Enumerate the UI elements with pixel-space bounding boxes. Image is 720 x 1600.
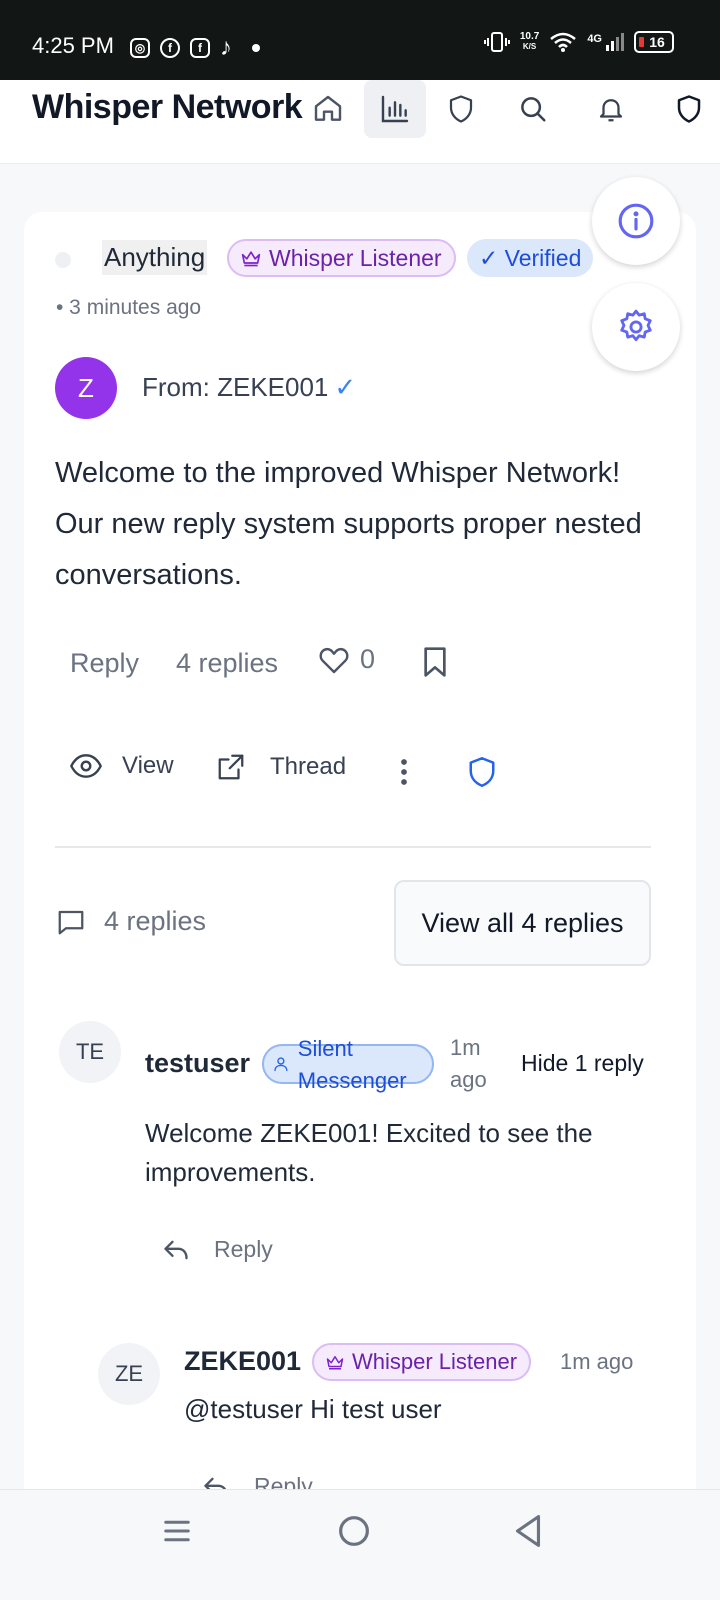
reply-role-badge-label: Silent Messenger	[297, 1036, 407, 1093]
comment-icon	[58, 910, 84, 934]
reply-role-badge: Whisper Listener	[312, 1343, 532, 1381]
reply-action-label: Reply	[214, 1236, 273, 1262]
app-header: Whisper Network	[0, 80, 720, 164]
reply-button[interactable]: Reply	[70, 648, 139, 679]
author-avatar-initial: Z	[78, 372, 94, 403]
role-badge: Whisper Listener	[227, 239, 456, 277]
hide-replies-button[interactable]: Hide 1 reply	[521, 1050, 644, 1077]
moderate-button[interactable]	[467, 755, 497, 796]
reply-avatar-initials: ZE	[114, 1361, 144, 1386]
verified-badge-label: ✓ Verified	[479, 244, 582, 271]
nav-moderation-button[interactable]	[430, 80, 492, 138]
reply-time: 1m ago	[450, 1035, 487, 1092]
post-time: • 3 minutes ago	[56, 296, 202, 319]
status-dot	[55, 252, 71, 268]
reply-arrow-icon	[164, 1240, 188, 1259]
bookmark-icon	[424, 647, 446, 677]
info-icon	[618, 203, 654, 239]
network-type: 4G	[587, 33, 602, 45]
net-speed-unit: K/S	[522, 42, 537, 51]
post-message: Welcome to the improved Whisper Network!…	[55, 457, 642, 591]
thread-label: Thread	[270, 753, 347, 780]
post-card	[24, 212, 696, 1532]
gear-icon	[620, 309, 652, 342]
view-label: View	[122, 752, 174, 779]
home-icon	[314, 95, 342, 121]
crown-icon	[241, 251, 261, 267]
user-icon	[274, 1057, 288, 1071]
vibrate-icon	[483, 32, 510, 52]
shield-icon	[677, 95, 701, 123]
verified-check-icon: ✓	[334, 372, 357, 402]
section-divider	[55, 846, 651, 848]
reply-avatar-initials: TE	[75, 1039, 105, 1064]
author-avatar[interactable]: Z	[55, 357, 117, 419]
view-button[interactable]: View	[70, 752, 174, 780]
replies-summary: 4 replies	[56, 906, 206, 937]
reply-message: @testuser Hi test user	[184, 1394, 442, 1424]
role-badge-label: Whisper Listener	[269, 244, 442, 271]
reply-role-badge: Silent Messenger	[262, 1036, 434, 1093]
bar-chart-icon	[381, 95, 409, 123]
replies-summary-label: 4 replies	[104, 906, 207, 936]
tiktok-icon: ♪	[220, 34, 232, 61]
heart-icon	[319, 647, 349, 673]
notification-icons: ◎ f f ♪	[130, 34, 260, 62]
reply-avatar[interactable]: ZE	[98, 1343, 160, 1405]
like-button[interactable]: 0	[318, 644, 375, 675]
shield-icon	[449, 95, 473, 123]
reply-avatar[interactable]: TE	[59, 1021, 121, 1083]
net-speed: 10.7 K/S	[520, 32, 539, 52]
more-vertical-icon	[401, 759, 407, 785]
wifi-icon	[550, 32, 577, 52]
crown-icon	[326, 1356, 344, 1370]
thread-button[interactable]: Thread	[216, 752, 346, 782]
info-fab-button[interactable]	[592, 177, 680, 265]
menu-icon[interactable]	[162, 1516, 192, 1546]
instagram-icon: ◎	[130, 38, 150, 58]
replies-count-link[interactable]: 4 replies	[176, 648, 278, 679]
search-icon	[521, 97, 546, 122]
like-count: 0	[360, 644, 376, 674]
status-bar: 4:25 PM ◎ f f ♪ 10.7 K/S 4G 16	[0, 0, 720, 80]
more-options-button[interactable]	[396, 757, 412, 794]
battery-indicator: 16	[634, 31, 674, 53]
nav-stats-button[interactable]	[364, 80, 426, 138]
status-time: 4:25 PM	[32, 33, 114, 58]
post-author-name: From: ZEKE001	[142, 372, 329, 402]
home-circle-icon[interactable]	[338, 1515, 370, 1547]
reply-action-button[interactable]: Reply	[162, 1236, 273, 1263]
system-nav-bar	[0, 1489, 720, 1600]
signal-icon: 4G	[587, 33, 624, 51]
settings-fab-button[interactable]	[592, 283, 680, 371]
view-all-replies-button[interactable]: View all 4 replies	[394, 880, 651, 966]
reply-time: 1m ago	[560, 1349, 634, 1374]
nav-search-button[interactable]	[502, 80, 564, 138]
back-icon[interactable]	[513, 1514, 543, 1548]
bell-icon	[599, 99, 623, 122]
nav-security-button[interactable]	[658, 80, 720, 138]
post-author[interactable]: From: ZEKE001 ✓	[142, 372, 356, 403]
battery-level: 16	[649, 34, 665, 50]
nav-home-button[interactable]	[297, 80, 359, 138]
facebook-lite-icon: f	[190, 38, 210, 58]
shield-icon	[469, 757, 495, 787]
facebook-icon: f	[160, 38, 180, 58]
external-link-icon	[218, 754, 244, 780]
net-speed-value: 10.7	[519, 31, 540, 42]
reply-username[interactable]: testuser	[145, 1048, 250, 1079]
status-indicators: 10.7 K/S 4G 16	[483, 30, 674, 54]
post-topic[interactable]: Anything	[102, 240, 208, 275]
bookmark-button[interactable]	[422, 646, 448, 685]
nav-notifications-button[interactable]	[580, 80, 642, 138]
reply-role-badge-label: Whisper Listener	[352, 1349, 518, 1374]
app-title: Whisper Network	[32, 88, 303, 126]
verified-badge: ✓ Verified	[467, 239, 594, 277]
reply-message: Welcome ZEKE001! Excited to see the impr…	[145, 1118, 593, 1187]
eye-icon	[70, 754, 102, 778]
reply-username[interactable]: ZEKE001	[184, 1346, 301, 1377]
more-notifications-icon	[252, 44, 260, 52]
